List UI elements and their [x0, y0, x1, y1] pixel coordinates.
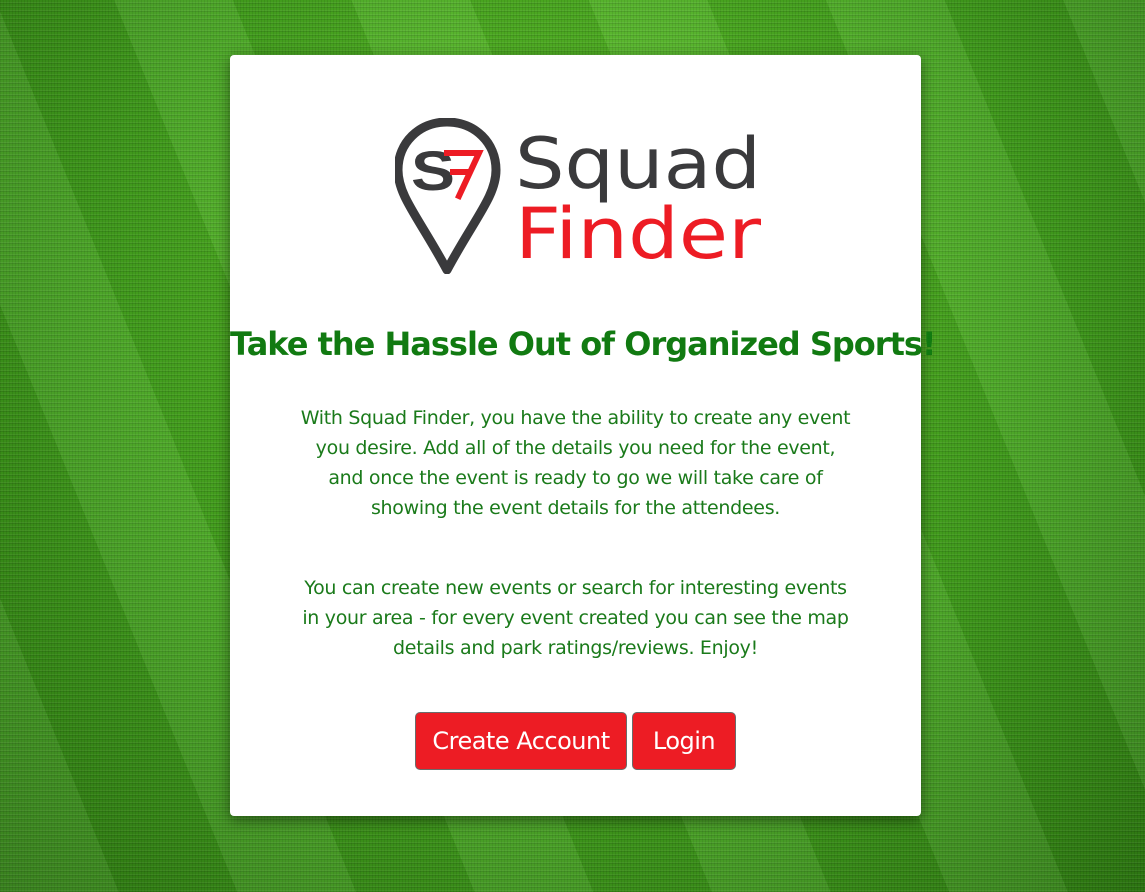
logo-initial-s: S	[411, 139, 455, 202]
features-paragraph: You can create new events or search for …	[302, 577, 849, 659]
create-account-button[interactable]: Create Account	[415, 712, 627, 770]
intro-paragraph: With Squad Finder, you have the ability …	[300, 407, 851, 519]
login-button[interactable]: Login	[632, 712, 736, 770]
logo-word-finder: Finder	[515, 193, 761, 274]
squad-finder-logo: S Squad Finder	[395, 118, 765, 274]
page-headline: Take the Hassle Out of Organized Sports!	[230, 325, 937, 363]
